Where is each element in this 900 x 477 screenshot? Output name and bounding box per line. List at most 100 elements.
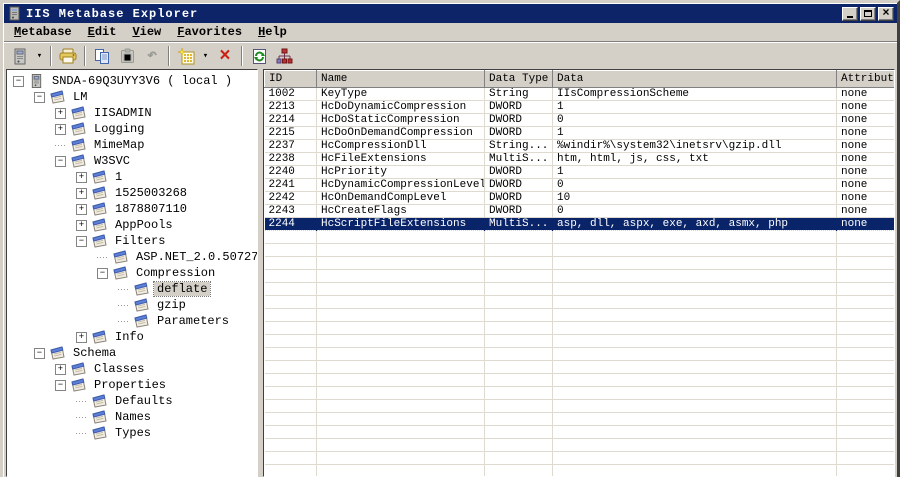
tree-item-label[interactable]: Classes (91, 362, 147, 376)
new-key-button[interactable] (174, 45, 198, 67)
table-row[interactable]: 2240 HcPriority DWORD 1 none (264, 165, 894, 179)
tree-item-schema[interactable]: − Schema (7, 345, 257, 361)
tree-item-lm[interactable]: − LM (7, 89, 257, 105)
refresh-button[interactable] (247, 45, 271, 67)
tree-item-defaults[interactable]: Defaults (7, 393, 257, 409)
tree-item-asp-net-2-0-50727-0[interactable]: ASP.NET_2.0.50727.0 (7, 249, 257, 265)
tree-item-label[interactable]: 1525003268 (112, 186, 190, 200)
tree-item-label[interactable]: Info (112, 330, 147, 344)
close-button[interactable]: × (878, 6, 894, 21)
collapse-box[interactable]: − (13, 75, 24, 87)
tree-item-label[interactable]: Filters (112, 234, 168, 248)
table-row[interactable]: 2214 HcDoStaticCompression DWORD 0 none (264, 113, 894, 127)
table-cell: none (836, 100, 894, 114)
expand-box[interactable]: + (76, 187, 87, 199)
hierarchy-button[interactable] (272, 45, 296, 67)
collapse-box[interactable]: − (55, 379, 66, 391)
collapse-box[interactable]: − (55, 155, 66, 167)
app-window: IIS Metabase Explorer × Metabase Edit View… (0, 0, 900, 477)
tree-item-label[interactable]: Types (112, 426, 154, 440)
tree-item-label[interactable]: W3SVC (91, 154, 133, 168)
tree-item-label[interactable]: Compression (133, 266, 218, 280)
maximize-button[interactable] (860, 6, 876, 21)
minimize-button[interactable] (842, 6, 858, 21)
tree-item-label[interactable]: Properties (91, 378, 169, 392)
collapse-box[interactable]: − (97, 267, 108, 279)
table-row[interactable]: 2244 HcScriptFileExtensions MultiS... asp, … (264, 217, 894, 231)
paste-button[interactable] (115, 45, 139, 67)
tree-item-label[interactable]: MimeMap (91, 138, 147, 152)
column-header-name[interactable]: Name (316, 70, 485, 88)
tree-item-names[interactable]: Names (7, 409, 257, 425)
expand-box[interactable]: + (55, 123, 66, 135)
menu-item-favorites[interactable]: Favorites (169, 23, 250, 41)
tree-item-label[interactable]: IISADMIN (91, 106, 155, 120)
empty-cell (552, 282, 837, 296)
table-row[interactable]: 2243 HcCreateFlags DWORD 0 none (264, 204, 894, 218)
tree-item-label[interactable]: Defaults (112, 394, 176, 408)
expand-box[interactable]: + (76, 219, 87, 231)
expand-box[interactable]: + (55, 107, 66, 119)
tree-item-label[interactable]: LM (70, 90, 90, 104)
table-row[interactable]: 2242 HcOnDemandCompLevel DWORD 10 none (264, 191, 894, 205)
expand-box[interactable]: + (76, 331, 87, 343)
connect-button[interactable] (8, 45, 32, 67)
tree-item-gzip[interactable]: gzip (7, 297, 257, 313)
tree-item-label[interactable]: SNDA-69Q3UYY3V6 ( local ) (49, 74, 235, 88)
expand-box[interactable]: + (76, 171, 87, 183)
expand-box[interactable]: + (76, 203, 87, 215)
tree-item-snda-69q3uyy3v6-local[interactable]: − SNDA-69Q3UYY3V6 ( local ) (7, 73, 257, 89)
tree-item-types[interactable]: Types (7, 425, 257, 441)
new-key-dropdown-button[interactable]: ▾ (199, 45, 212, 67)
collapse-box[interactable]: − (34, 347, 45, 359)
copy-button[interactable] (90, 45, 114, 67)
tree-item-deflate[interactable]: deflate (7, 281, 257, 297)
column-header-data[interactable]: Data (552, 70, 837, 88)
tree-item-iisadmin[interactable]: + IISADMIN (7, 105, 257, 121)
tree-item-w3svc[interactable]: − W3SVC (7, 153, 257, 169)
table-row[interactable]: 2241 HcDynamicCompressionLevel DWORD 0 none (264, 178, 894, 192)
undo-icon: ↶ (146, 46, 158, 66)
tree-item-logging[interactable]: + Logging (7, 121, 257, 137)
tree-item-label[interactable]: ASP.NET_2.0.50727.0 (133, 250, 257, 264)
tree-item-label[interactable]: 1878807110 (112, 202, 190, 216)
tree-item-label[interactable]: deflate (152, 281, 212, 297)
column-header-attributes[interactable]: Attributes (836, 70, 894, 88)
table-row[interactable]: 2213 HcDoDynamicCompression DWORD 1 none (264, 100, 894, 114)
print-button[interactable] (56, 45, 80, 67)
tree-item-label[interactable]: Schema (70, 346, 119, 360)
tree-item-label[interactable]: 1 (112, 170, 125, 184)
tree-item-info[interactable]: + Info (7, 329, 257, 345)
tree-item-label[interactable]: Parameters (154, 314, 232, 328)
tree-item-properties[interactable]: − Properties (7, 377, 257, 393)
tree-item-label[interactable]: gzip (154, 298, 189, 312)
menu-item-help[interactable]: Help (250, 23, 295, 41)
table-row[interactable]: 1002 KeyType String IIsCompressionScheme non… (264, 87, 894, 101)
tree-item-1878807110[interactable]: +1878807110 (7, 201, 257, 217)
tree-item-label[interactable]: Logging (91, 122, 147, 136)
table-row[interactable]: 2238 HcFileExtensions MultiS... htm, html, … (264, 152, 894, 166)
tree-item-1525003268[interactable]: +1525003268 (7, 185, 257, 201)
table-row[interactable]: 2215 HcDoOnDemandCompression DWORD 1 none (264, 126, 894, 140)
column-header-data-type[interactable]: Data Type (484, 70, 553, 88)
menu-item-metabase[interactable]: Metabase (6, 23, 80, 41)
undo-button[interactable]: ↶ (140, 45, 164, 67)
column-header-id[interactable]: ID (264, 70, 317, 88)
tree-item-parameters[interactable]: Parameters (7, 313, 257, 329)
tree-item-classes[interactable]: + Classes (7, 361, 257, 377)
tree-item-filters[interactable]: − Filters (7, 233, 257, 249)
tree-item-label[interactable]: Names (112, 410, 154, 424)
tree-item-1[interactable]: +1 (7, 169, 257, 185)
tree-item-mimemap[interactable]: MimeMap (7, 137, 257, 153)
delete-button[interactable]: × (213, 45, 237, 67)
collapse-box[interactable]: − (76, 235, 87, 247)
menu-item-edit[interactable]: Edit (80, 23, 125, 41)
connect-dropdown-button[interactable]: ▾ (33, 45, 46, 67)
menu-item-view[interactable]: View (124, 23, 169, 41)
tree-item-apppools[interactable]: + AppPools (7, 217, 257, 233)
collapse-box[interactable]: − (34, 91, 45, 103)
table-row[interactable]: 2237 HcCompressionDll String... %windir%\sy… (264, 139, 894, 153)
expand-box[interactable]: + (55, 363, 66, 375)
tree-item-compression[interactable]: − Compression (7, 265, 257, 281)
tree-item-label[interactable]: AppPools (112, 218, 176, 232)
